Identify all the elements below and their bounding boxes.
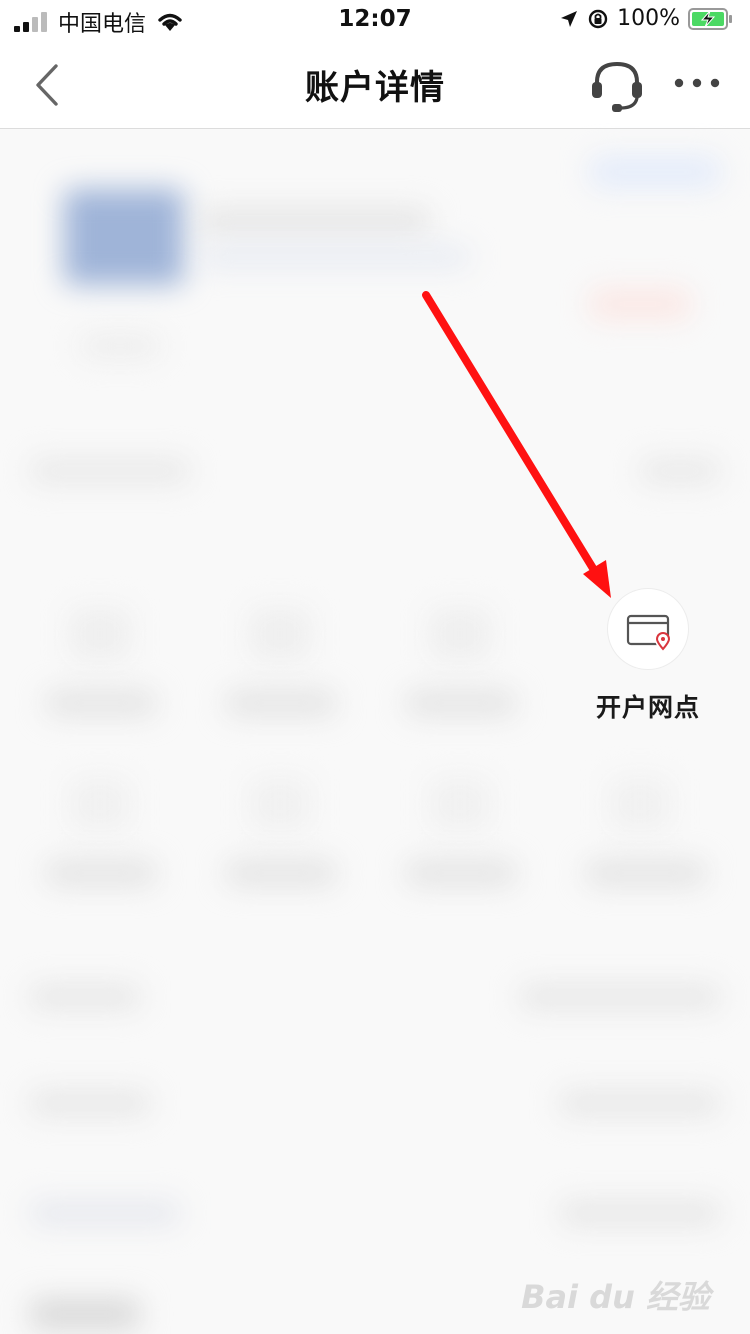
blurred-status-tag [590, 289, 690, 319]
headset-icon[interactable] [588, 58, 646, 114]
branch-label: 开户网点 [595, 693, 700, 722]
blurred-grid-label [226, 861, 336, 885]
blurred-card-number [200, 247, 470, 267]
blurred-list-label [30, 1299, 140, 1329]
bank-card-location-icon [626, 614, 671, 651]
blurred-list-value [560, 1201, 720, 1225]
blurred-content [0, 129, 750, 1334]
blurred-grid-icon [250, 609, 310, 659]
blurred-list-label [30, 985, 140, 1009]
blurred-grid-label [226, 691, 336, 715]
blurred-grid-icon [430, 779, 490, 829]
watermark-logo: Bai du 经验 [521, 1278, 710, 1316]
blurred-grid-icon [610, 779, 670, 829]
blurred-grid-icon [70, 609, 130, 659]
blurred-grid-icon [430, 609, 490, 659]
account-branch-button[interactable]: 开户网点 [592, 588, 704, 728]
blurred-row-value [640, 459, 720, 483]
blurred-grid-label [46, 691, 156, 715]
blurred-list-label [30, 1091, 150, 1115]
blurred-grid-icon [70, 779, 130, 829]
branch-icon-circle [607, 588, 689, 670]
blurred-top-right-tag [590, 157, 720, 187]
location-arrow-icon [561, 10, 578, 27]
blurred-grid-label [586, 861, 706, 885]
blurred-grid-label [406, 861, 516, 885]
blurred-subtitle [80, 335, 160, 357]
blurred-grid-label [406, 691, 516, 715]
status-bar: 中国电信 12:07 100% [0, 0, 750, 42]
blurred-list-value [560, 1091, 720, 1115]
rotation-lock-icon [588, 9, 608, 28]
blurred-list-label [30, 1201, 180, 1225]
nav-bar: 账户详情 [0, 42, 750, 129]
blurred-row-label [30, 459, 190, 483]
blurred-card-logo [64, 189, 184, 285]
status-right: 100% [559, 6, 734, 31]
blurred-grid-label [46, 861, 156, 885]
blurred-card-name [200, 209, 430, 233]
more-dots-icon[interactable] [672, 72, 722, 94]
blurred-list-value [520, 985, 720, 1009]
battery-charging-icon [688, 7, 732, 30]
blurred-grid-icon [250, 779, 310, 829]
battery-percent: 100% [617, 6, 680, 31]
